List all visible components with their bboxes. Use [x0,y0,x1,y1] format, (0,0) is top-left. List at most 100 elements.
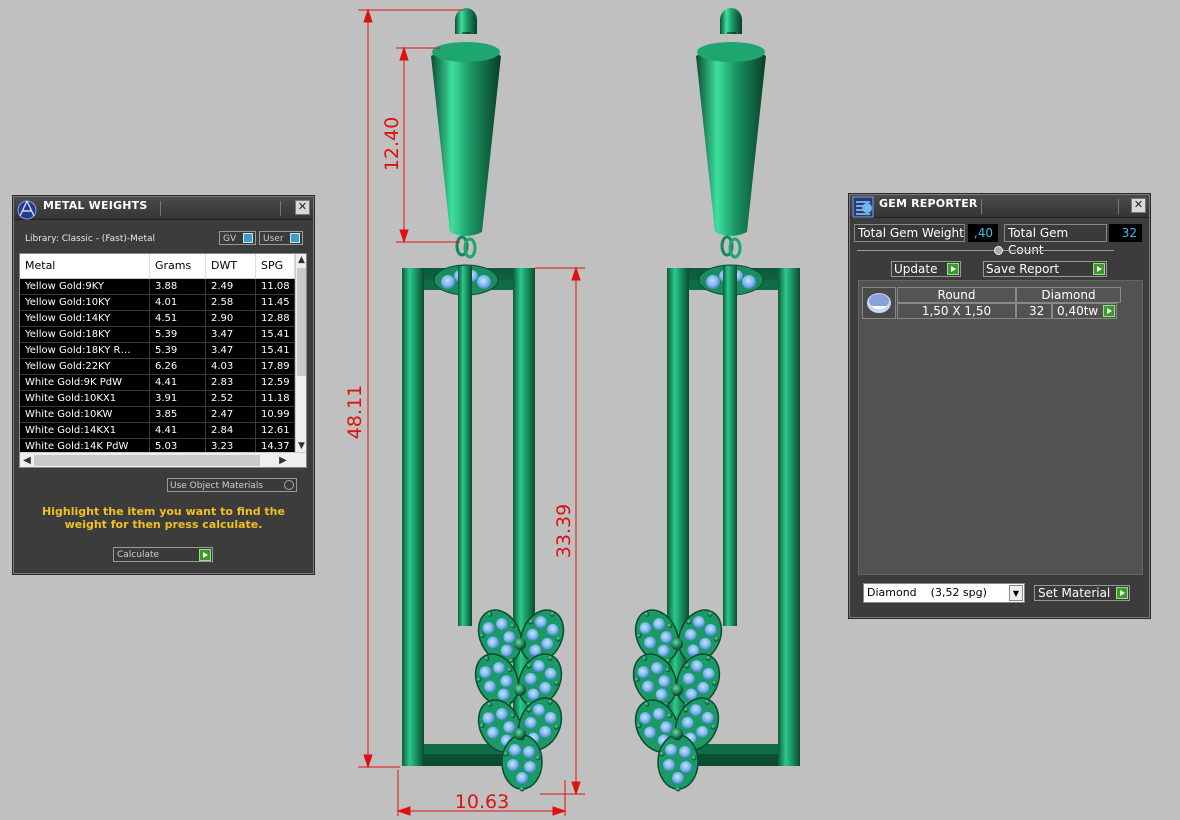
cell-spg: 11.08 [256,279,295,295]
gem-count-cell[interactable]: 32 [1016,303,1052,319]
cell-grams: 6.26 [150,359,206,375]
column-header-spg[interactable]: SPG [256,254,295,278]
cell-grams: 3.88 [150,279,206,295]
material-select[interactable]: Diamond (3,52 spg) ▼ [863,583,1025,603]
material-select-value: Diamond (3,52 spg) [867,586,987,599]
user-toggle[interactable]: User [259,231,303,245]
update-button[interactable]: Update [891,261,961,277]
dimension-frame-height-label: 33.39 [553,504,575,558]
table-row[interactable]: Yellow Gold:9KY 3.88 2.49 11.08 [20,279,295,295]
gem-weight-value: 0,40tw [1057,304,1099,318]
titlebar-divider [1118,199,1119,214]
table-row[interactable]: Yellow Gold:18KY 5.39 3.47 15.41 [20,327,295,343]
metal-table-vertical-scrollbar[interactable]: ▲ ▼ [295,254,306,452]
table-row[interactable]: White Gold:10KX1 3.91 2.52 11.18 [20,391,295,407]
cell-metal: Yellow Gold:14KY [20,311,150,327]
gv-toggle-knob [243,233,253,243]
use-object-materials-radio[interactable] [284,480,294,490]
gem-size-cell[interactable]: 1,50 X 1,50 [897,303,1016,319]
column-header-diamond: Diamond [1016,287,1121,303]
cell-dwt: 4.03 [206,359,256,375]
metal-weights-titlebar[interactable]: METAL WEIGHTS ✕ [14,197,313,220]
metal-weights-title: METAL WEIGHTS [43,199,148,212]
chevron-down-icon[interactable]: ▼ [1009,585,1023,601]
metal-table-horizontal-scrollbar[interactable]: ◀ ▶ [20,452,306,467]
column-header-metal[interactable]: Metal [20,254,150,278]
dimension-frame-width-label: 10.63 [455,791,509,813]
cell-grams: 5.39 [150,343,206,359]
calculate-button[interactable]: Calculate [113,547,213,562]
use-object-materials-label: Use Object Materials [170,481,264,491]
play-arrow-icon[interactable] [1103,305,1115,317]
cell-spg: 17.89 [256,359,295,375]
gem-reporter-close-button[interactable]: ✕ [1131,198,1146,213]
cell-metal: Yellow Gold:10KY [20,295,150,311]
cell-dwt: 2.52 [206,391,256,407]
column-header-dwt[interactable]: DWT [206,254,256,278]
table-row[interactable]: Yellow Gold:14KY 4.51 2.90 12.88 [20,311,295,327]
vertical-scroll-thumb[interactable] [297,268,306,376]
column-header-round: Round [897,287,1016,303]
round-gem-icon [867,293,891,313]
table-row[interactable]: Yellow Gold:10KY 4.01 2.58 11.45 [20,295,295,311]
table-row[interactable]: White Gold:9K PdW 4.41 2.83 12.59 [20,375,295,391]
round-diamond-thumbnail[interactable] [862,287,896,319]
gem-slider-track[interactable] [857,250,1114,251]
cell-dwt: 2.47 [206,407,256,423]
library-label: Library: Classic - (Fast)-Metal [25,234,156,244]
metal-table: Metal Grams DWT SPG Yellow Gold:9KY 3.88 2… [19,253,307,468]
cell-spg: 15.41 [256,343,295,359]
metal-weights-logo-icon [17,200,37,220]
play-arrow-icon [947,263,959,275]
save-report-button-label: Save Report [986,262,1060,276]
metal-weights-panel: METAL WEIGHTS ✕ Library: Classic - (Fast… [13,196,314,574]
table-row[interactable]: White Gold:10KW 3.85 2.47 10.99 [20,407,295,423]
column-header-grams[interactable]: Grams [150,254,206,278]
table-row[interactable]: White Gold:14KX1 4.41 2.84 12.61 [20,423,295,439]
cell-metal: White Gold:10KX1 [20,391,150,407]
set-material-button-label: Set Material [1038,586,1111,600]
cell-grams: 3.85 [150,407,206,423]
cell-dwt: 2.83 [206,375,256,391]
table-row[interactable]: Yellow Gold:22KY 6.26 4.03 17.89 [20,359,295,375]
dimension-top-part-label: 12.40 [381,117,403,171]
save-report-button[interactable]: Save Report [983,261,1107,277]
cell-spg: 12.88 [256,311,295,327]
cell-metal: Yellow Gold:22KY [20,359,150,375]
cell-grams: 3.91 [150,391,206,407]
metal-table-header: Metal Grams DWT SPG [20,254,295,279]
gem-weight-cell[interactable]: 0,40tw [1052,303,1117,319]
metal-weights-close-button[interactable]: ✕ [295,200,310,215]
gv-toggle[interactable]: GV [219,231,256,245]
gem-reporter-title: GEM REPORTER [879,197,978,210]
user-toggle-knob [290,233,300,243]
cell-grams: 4.41 [150,375,206,391]
update-button-label: Update [894,262,938,276]
play-arrow-icon [1093,263,1105,275]
cell-metal: White Gold:10KW [20,407,150,423]
scroll-down-icon[interactable]: ▼ [296,440,306,452]
total-gem-weight-value: ,40 [968,224,998,242]
cell-dwt: 3.47 [206,327,256,343]
cell-metal: Yellow Gold:18KY [20,327,150,343]
total-gem-weight-label: Total Gem Weight [854,224,965,242]
cell-dwt: 2.84 [206,423,256,439]
set-material-button[interactable]: Set Material [1034,585,1130,601]
table-row[interactable]: Yellow Gold:18KY R… 5.39 3.47 15.41 [20,343,295,359]
dimension-overall-height-label: 48.11 [344,385,366,439]
gem-reporter-titlebar[interactable]: GEM REPORTER ✕ [850,195,1149,218]
titlebar-divider [160,201,161,216]
scroll-up-icon[interactable]: ▲ [296,254,306,266]
total-gem-count-value: 32 [1109,224,1142,242]
use-object-materials-option[interactable]: Use Object Materials [167,478,297,492]
cell-spg: 12.59 [256,375,295,391]
cell-metal: Yellow Gold:9KY [20,279,150,295]
cell-grams: 4.41 [150,423,206,439]
cell-metal: White Gold:9K PdW [20,375,150,391]
gv-toggle-label: GV [223,234,237,244]
calculate-hint-text: Highlight the item you want to find the … [42,505,285,531]
scroll-right-icon[interactable]: ▶ [276,453,290,467]
scroll-left-icon[interactable]: ◀ [20,453,34,467]
gem-slider-knob[interactable] [994,246,1003,255]
horizontal-scroll-thumb[interactable] [34,455,260,466]
